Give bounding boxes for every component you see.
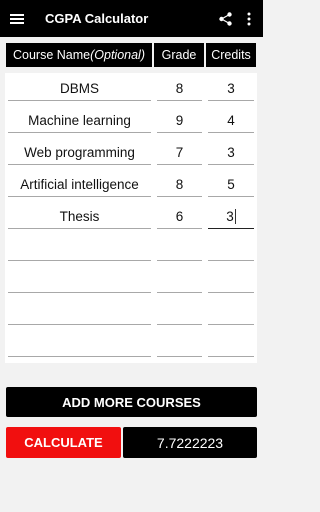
course-name-input[interactable]: Artificial intelligence [8, 169, 151, 197]
header-grade: Grade [154, 43, 204, 67]
course-name-input[interactable] [8, 233, 151, 261]
credits-input[interactable]: 3 [208, 137, 254, 165]
courses-table: DBMS 8 3 Machine learning 9 4 Web progra… [5, 73, 257, 363]
table-row: Web programming 7 3 [5, 137, 257, 169]
credits-input[interactable]: 5 [208, 169, 254, 197]
course-name-input[interactable] [8, 329, 151, 357]
menu-icon [10, 13, 24, 24]
credits-input[interactable] [208, 233, 254, 261]
course-name-input[interactable]: DBMS [8, 73, 151, 101]
credits-input[interactable]: 3 [208, 73, 254, 101]
table-row [5, 329, 257, 361]
table-row: Machine learning 9 4 [5, 105, 257, 137]
table-row [5, 233, 257, 265]
credits-input[interactable]: 4 [208, 105, 254, 133]
grade-input[interactable] [157, 329, 202, 357]
grade-input[interactable]: 6 [157, 201, 202, 229]
menu-button[interactable] [0, 0, 34, 37]
table-row: DBMS 8 3 [5, 73, 257, 105]
text-cursor [234, 209, 236, 224]
table-row [5, 297, 257, 329]
grade-input[interactable]: 9 [157, 105, 202, 133]
header-course-name: Course Name (Optional) [6, 43, 152, 67]
app-bar: CGPA Calculator [0, 0, 263, 37]
more-vertical-icon [247, 12, 251, 25]
calculate-button[interactable]: CALCULATE [6, 427, 121, 458]
app-title: CGPA Calculator [45, 11, 149, 26]
course-name-input[interactable] [8, 265, 151, 293]
table-header: Course Name (Optional) Grade Credits [6, 43, 256, 67]
grade-input[interactable] [157, 233, 202, 261]
grade-input[interactable] [157, 297, 202, 325]
credits-input[interactable] [208, 265, 254, 293]
header-course-name-label: Course Name [12, 48, 91, 62]
add-more-courses-button[interactable]: ADD MORE COURSES [6, 387, 257, 417]
credits-input[interactable] [208, 297, 254, 325]
header-optional-label: (Optional) [90, 48, 145, 62]
header-credits: Credits [206, 43, 256, 67]
credits-input[interactable] [208, 329, 254, 357]
grade-input[interactable]: 8 [157, 73, 202, 101]
course-name-input[interactable]: Thesis [8, 201, 151, 229]
table-row: Artificial intelligence 8 5 [5, 169, 257, 201]
course-name-input[interactable] [8, 297, 151, 325]
course-name-input[interactable]: Machine learning [8, 105, 151, 133]
course-name-input[interactable]: Web programming [8, 137, 151, 165]
share-button[interactable] [214, 0, 236, 37]
table-row [5, 265, 257, 297]
grade-input[interactable]: 7 [157, 137, 202, 165]
table-row: Thesis 6 3 [5, 201, 257, 233]
credits-value: 3 [226, 209, 234, 224]
credits-input-focused[interactable]: 3 [208, 201, 254, 229]
cgpa-result: 7.7222223 [123, 427, 257, 458]
overflow-menu-button[interactable] [238, 0, 260, 37]
grade-input[interactable]: 8 [157, 169, 202, 197]
share-icon [218, 11, 232, 26]
grade-input[interactable] [157, 265, 202, 293]
